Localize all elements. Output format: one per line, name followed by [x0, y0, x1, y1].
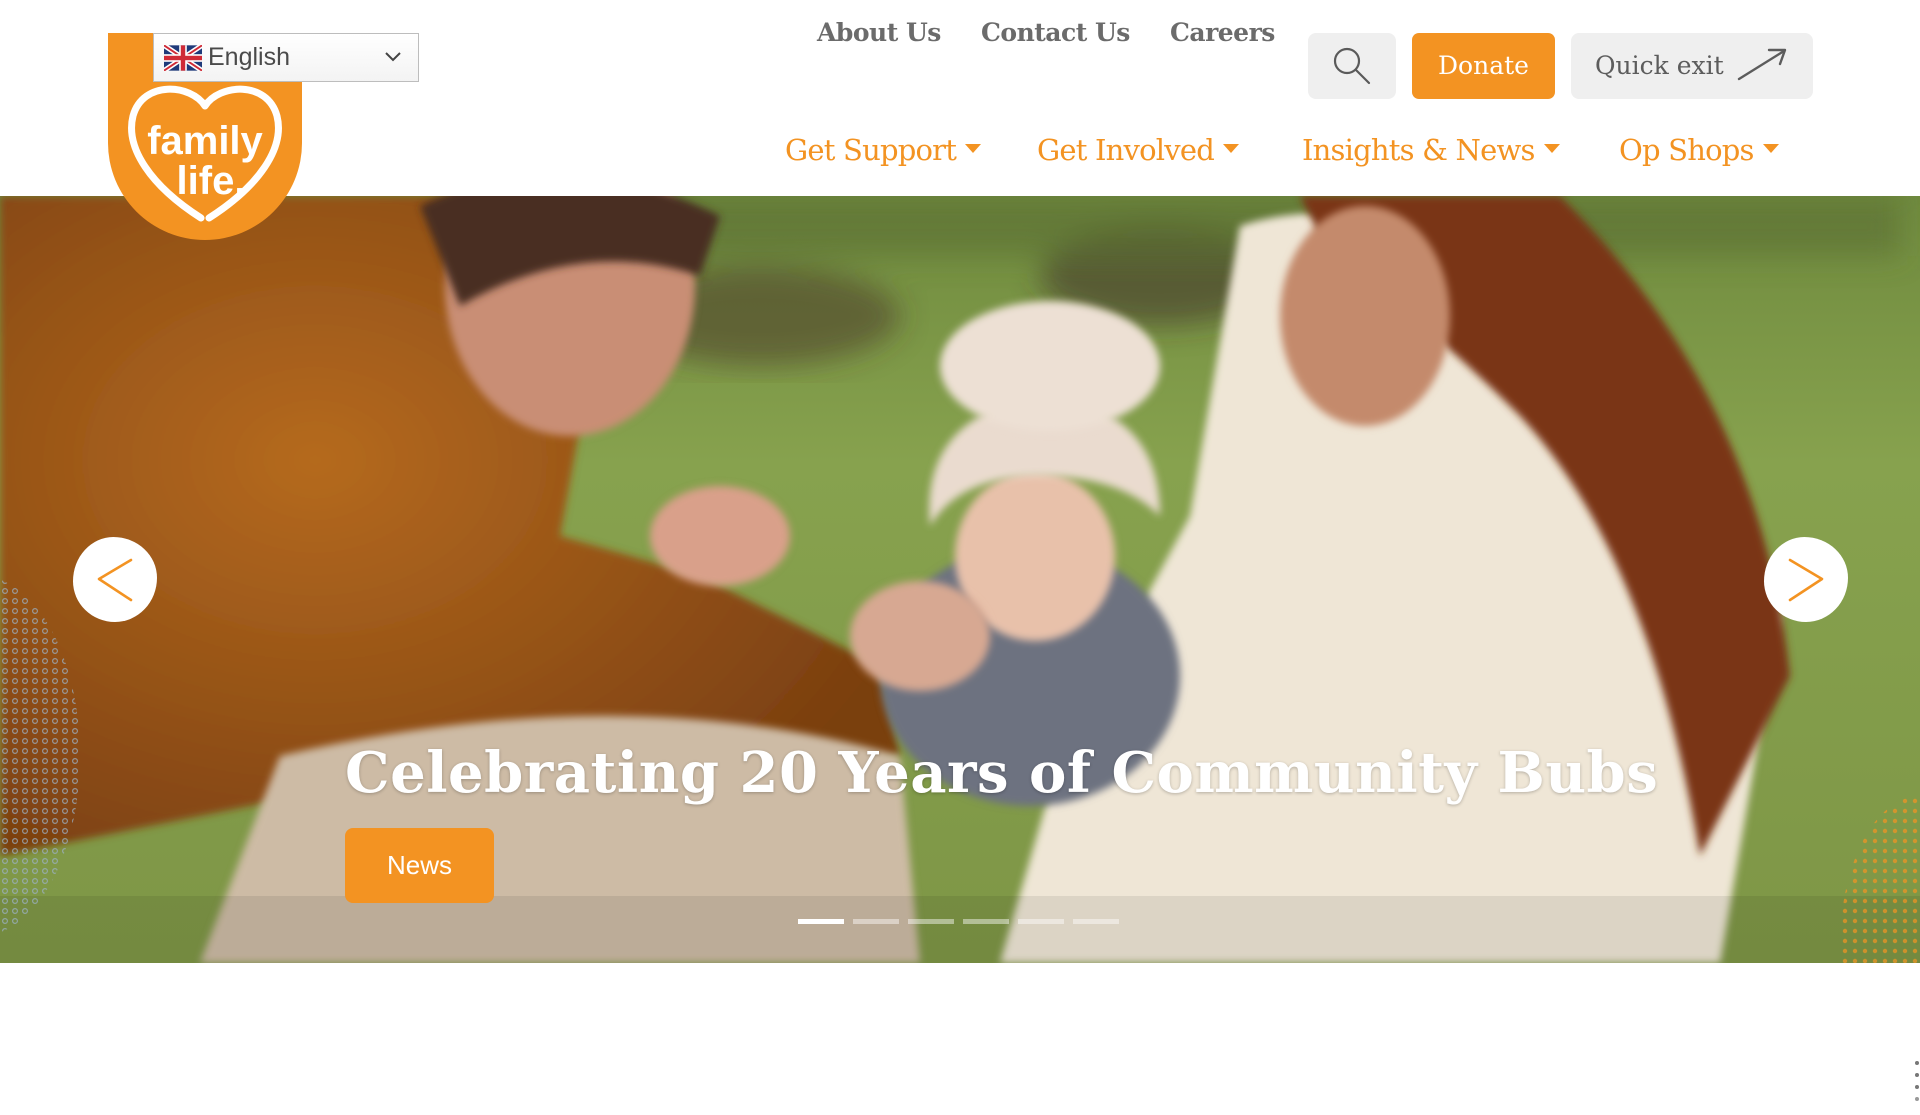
arrow-up-right-icon: [1737, 48, 1787, 81]
heart-logo-icon: family life.: [128, 85, 282, 222]
carousel-indicator-5[interactable]: [1018, 919, 1064, 924]
logo-text-family: family: [147, 119, 263, 163]
main-nav-get-involved[interactable]: Get Involved: [1037, 128, 1239, 172]
main-nav-label: Insights & News: [1302, 133, 1535, 167]
caret-down-icon: [1543, 143, 1560, 153]
carousel-prev-button[interactable]: [73, 537, 157, 622]
main-nav-label: Get Involved: [1037, 133, 1215, 167]
caret-down-icon: [1762, 143, 1779, 153]
caret-down-icon: [1222, 143, 1239, 153]
carousel-indicator-1[interactable]: [798, 919, 844, 924]
main-nav-label: Op Shops: [1619, 133, 1754, 167]
main-nav-get-support[interactable]: Get Support: [785, 128, 982, 172]
caret-down-icon: [965, 143, 982, 153]
chevron-left-icon: [97, 558, 133, 601]
nav-link-about-us[interactable]: About Us: [817, 0, 941, 66]
main-nav-insights-news[interactable]: Insights & News: [1302, 128, 1560, 172]
carousel-indicator-6[interactable]: [1073, 919, 1119, 924]
donate-button[interactable]: Donate: [1412, 33, 1555, 99]
chevron-down-icon: [385, 52, 401, 62]
hero-slide-title[interactable]: Celebrating 20 Years of Community Bubs: [345, 740, 1658, 806]
hero-carousel: Celebrating 20 Years of Community Bubs N…: [0, 196, 1920, 963]
search-button[interactable]: [1308, 33, 1396, 99]
carousel-indicator-2[interactable]: [853, 919, 899, 924]
decorative-dots-left: [0, 579, 80, 933]
hero-news-tag-button[interactable]: News: [345, 828, 494, 903]
decorative-dots-edge: [1915, 1061, 1919, 1101]
search-icon: [1333, 47, 1371, 85]
decorative-dots-right: [1840, 796, 1920, 963]
uk-flag-icon: [164, 44, 202, 71]
language-select[interactable]: English: [153, 33, 419, 82]
hero-photo: [0, 196, 1920, 963]
main-nav-label: Get Support: [785, 133, 957, 167]
carousel-indicator-4[interactable]: [963, 919, 1009, 924]
carousel-next-button[interactable]: [1764, 537, 1848, 622]
logo-text-life: life.: [177, 159, 246, 203]
chevron-right-icon: [1788, 558, 1824, 601]
main-nav-op-shops[interactable]: Op Shops: [1619, 128, 1779, 172]
quick-exit-label: Quick exit: [1595, 51, 1724, 80]
nav-link-contact-us[interactable]: Contact Us: [981, 0, 1130, 66]
carousel-indicators: [798, 919, 1119, 924]
carousel-indicator-3[interactable]: [908, 919, 954, 924]
nav-link-careers[interactable]: Careers: [1170, 0, 1275, 66]
quick-exit-button[interactable]: Quick exit: [1571, 33, 1813, 99]
language-selected: English: [208, 43, 290, 71]
